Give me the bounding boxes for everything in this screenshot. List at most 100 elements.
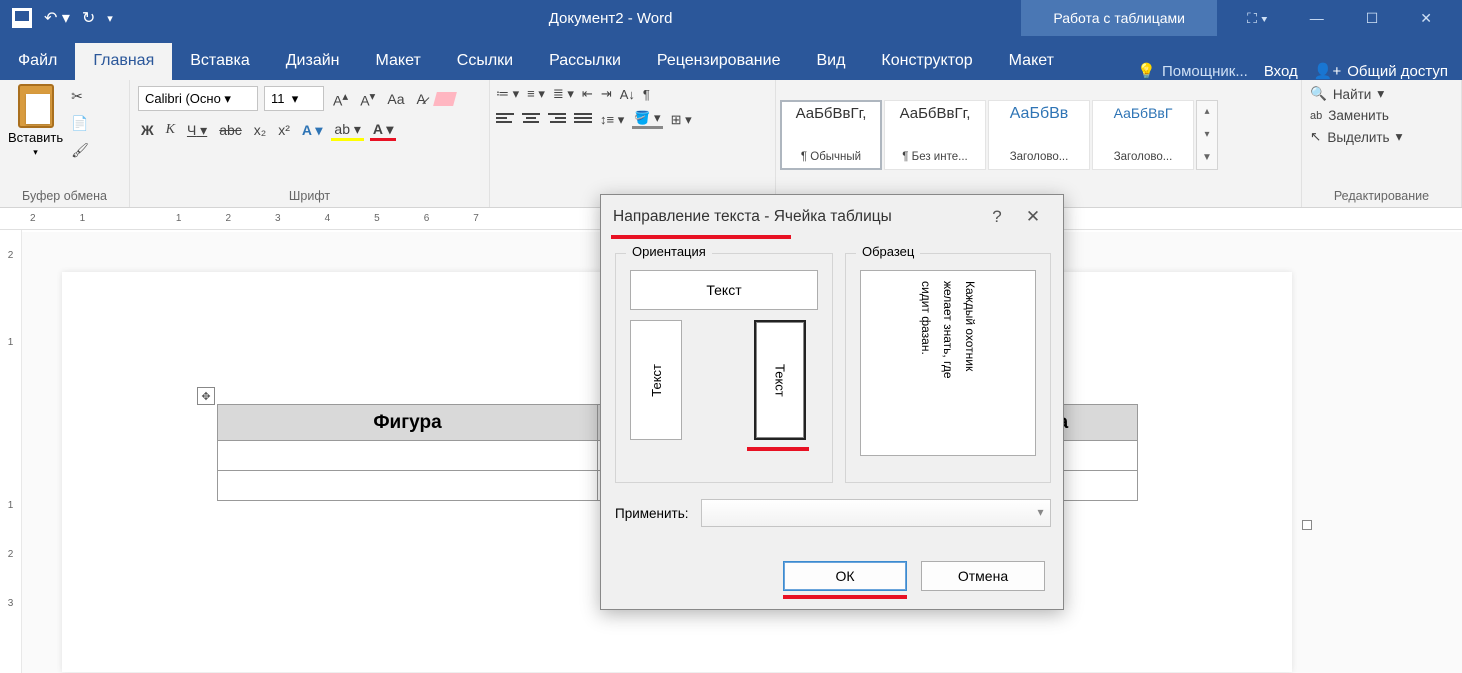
- minimize-icon[interactable]: —: [1310, 10, 1324, 26]
- tab-table-layout[interactable]: Макет: [991, 43, 1072, 80]
- sign-in-button[interactable]: Вход: [1264, 63, 1298, 80]
- tab-layout[interactable]: Макет: [358, 43, 439, 80]
- apply-to-label: Применить:: [615, 506, 689, 521]
- shrink-font-icon[interactable]: A▾: [357, 87, 378, 111]
- select-button[interactable]: ↖ Выделить ▾: [1310, 129, 1402, 145]
- style-heading2[interactable]: АаБбВвГ Заголово...: [1092, 100, 1194, 170]
- text-direction-dialog: Направление текста - Ячейка таблицы ? ✕ …: [600, 194, 1064, 610]
- decrease-indent-icon[interactable]: ⇤: [582, 86, 593, 102]
- align-right-icon[interactable]: [548, 113, 566, 127]
- format-painter-icon[interactable]: 🖌: [71, 142, 89, 159]
- annotation-underline: [747, 447, 809, 451]
- sort-icon[interactable]: A↓: [620, 87, 635, 102]
- document-title: Документ2 - Word: [200, 10, 1021, 27]
- tell-me[interactable]: 💡 Помощник...: [1137, 62, 1248, 80]
- superscript-button[interactable]: x²: [275, 120, 293, 140]
- group-editing-label: Редактирование: [1302, 185, 1461, 207]
- tab-table-design[interactable]: Конструктор: [863, 43, 990, 80]
- shading-icon[interactable]: 🪣 ▾: [632, 110, 662, 129]
- dialog-close-icon[interactable]: ✕: [1015, 207, 1051, 227]
- multilevel-icon[interactable]: ≣ ▾: [553, 86, 574, 102]
- redo-icon[interactable]: ↻: [82, 8, 95, 28]
- table-cell[interactable]: [218, 441, 598, 471]
- style-normal[interactable]: АаБбВвГг, ¶ Обычный: [780, 100, 882, 170]
- group-font: Calibri (Осно ▾ 11 ▾ A▴ A▾ Aa A̷ Ж К Ч ▾…: [130, 80, 490, 207]
- dialog-titlebar[interactable]: Направление текста - Ячейка таблицы ? ✕: [601, 195, 1063, 239]
- annotation-underline: [611, 235, 791, 239]
- show-marks-icon[interactable]: ¶: [643, 87, 650, 102]
- table-cell[interactable]: [218, 471, 598, 501]
- sample-group: Образец Каждый охотник желает знать, где…: [845, 253, 1051, 483]
- orientation-horizontal-option[interactable]: Текст: [630, 270, 818, 310]
- table-tools-contextual-tab: Работа с таблицами: [1021, 0, 1217, 36]
- close-icon[interactable]: ✕: [1420, 10, 1432, 27]
- group-paragraph: ≔ ▾ ≡ ▾ ≣ ▾ ⇤ ⇥ A↓ ¶ ↕≡ ▾ 🪣 ▾ ⊞ ▾: [490, 80, 776, 207]
- ok-button[interactable]: ОК: [783, 561, 907, 591]
- align-left-icon[interactable]: [496, 113, 514, 127]
- highlight-button[interactable]: ab ▾: [331, 119, 364, 141]
- numbering-icon[interactable]: ≡ ▾: [527, 86, 545, 102]
- table-move-handle[interactable]: ✥: [197, 387, 215, 405]
- orientation-vertical-down-option[interactable]: Текст: [754, 320, 806, 440]
- share-button[interactable]: 👤+ Общий доступ: [1314, 62, 1448, 80]
- align-center-icon[interactable]: [522, 113, 540, 127]
- table-resize-handle[interactable]: [1302, 520, 1312, 530]
- tab-home[interactable]: Главная: [75, 43, 172, 80]
- increase-indent-icon[interactable]: ⇥: [601, 86, 612, 102]
- window-controls: ⛶ ▾ — ☐ ✕: [1217, 10, 1462, 27]
- borders-icon[interactable]: ⊞ ▾: [671, 112, 692, 128]
- paste-button[interactable]: Вставить ▾: [8, 84, 63, 158]
- tab-insert[interactable]: Вставка: [172, 43, 267, 80]
- font-color-button[interactable]: A ▾: [370, 119, 397, 141]
- quick-access-toolbar: ↶ ▾ ↻ ▾: [0, 8, 200, 28]
- bullets-icon[interactable]: ≔ ▾: [496, 86, 519, 102]
- bold-button[interactable]: Ж: [138, 120, 157, 140]
- subscript-button[interactable]: x₂: [251, 120, 269, 140]
- text-effects-icon[interactable]: A ▾: [299, 120, 326, 141]
- styles-gallery-scroll[interactable]: ▴▾▼: [1196, 100, 1218, 170]
- font-name-combo[interactable]: Calibri (Осно ▾: [138, 86, 258, 111]
- group-editing: 🔍 Найти ▾ ab Заменить ↖ Выделить ▾ Редак…: [1302, 80, 1462, 207]
- grow-font-icon[interactable]: A▴: [330, 87, 351, 111]
- apply-to-combo[interactable]: [701, 499, 1051, 527]
- font-size-combo[interactable]: 11 ▾: [264, 86, 324, 111]
- ribbon: Вставить ▾ ✂ 📄 🖌 Буфер обмена Calibri (О…: [0, 80, 1462, 208]
- table-header-figure[interactable]: Фигура: [218, 405, 598, 441]
- group-font-label: Шрифт: [130, 185, 489, 207]
- orientation-vertical-up-option[interactable]: Текст: [630, 320, 682, 440]
- group-clipboard-label: Буфер обмена: [0, 185, 129, 207]
- style-no-spacing[interactable]: АаБбВвГг, ¶ Без инте...: [884, 100, 986, 170]
- find-button[interactable]: 🔍 Найти ▾: [1310, 86, 1384, 102]
- apply-to-row: Применить:: [615, 499, 1051, 527]
- line-spacing-icon[interactable]: ↕≡ ▾: [600, 112, 624, 128]
- dialog-title-text: Направление текста - Ячейка таблицы: [613, 208, 979, 226]
- style-heading1[interactable]: АаБбВв Заголово...: [988, 100, 1090, 170]
- annotation-underline: [783, 595, 907, 599]
- clear-format-icon[interactable]: A̷: [414, 89, 429, 109]
- tab-mailings[interactable]: Рассылки: [531, 43, 639, 80]
- tab-view[interactable]: Вид: [798, 43, 863, 80]
- change-case-icon[interactable]: Aa: [384, 89, 407, 109]
- vertical-ruler[interactable]: 21123: [0, 230, 22, 673]
- italic-button[interactable]: К: [163, 120, 178, 140]
- save-icon[interactable]: [12, 8, 32, 28]
- cut-icon[interactable]: ✂: [71, 88, 89, 105]
- copy-icon[interactable]: 📄: [71, 115, 89, 132]
- qat-dropdown-icon[interactable]: ▾: [107, 12, 113, 25]
- sample-label: Образец: [856, 244, 920, 259]
- tab-design[interactable]: Дизайн: [268, 43, 358, 80]
- underline-button[interactable]: Ч ▾: [184, 120, 210, 141]
- tab-references[interactable]: Ссылки: [439, 43, 531, 80]
- eraser-icon[interactable]: [433, 92, 457, 106]
- tab-file[interactable]: Файл: [0, 43, 75, 80]
- align-justify-icon[interactable]: [574, 113, 592, 127]
- undo-icon[interactable]: ↶ ▾: [44, 8, 70, 28]
- strike-button[interactable]: abc: [216, 120, 245, 140]
- dialog-help-icon[interactable]: ?: [979, 207, 1015, 227]
- group-clipboard: Вставить ▾ ✂ 📄 🖌 Буфер обмена: [0, 80, 130, 207]
- cancel-button[interactable]: Отмена: [921, 561, 1045, 591]
- tab-review[interactable]: Рецензирование: [639, 43, 799, 80]
- replace-button[interactable]: ab Заменить: [1310, 108, 1389, 123]
- ribbon-display-icon[interactable]: ⛶ ▾: [1247, 10, 1268, 27]
- maximize-icon[interactable]: ☐: [1366, 10, 1379, 27]
